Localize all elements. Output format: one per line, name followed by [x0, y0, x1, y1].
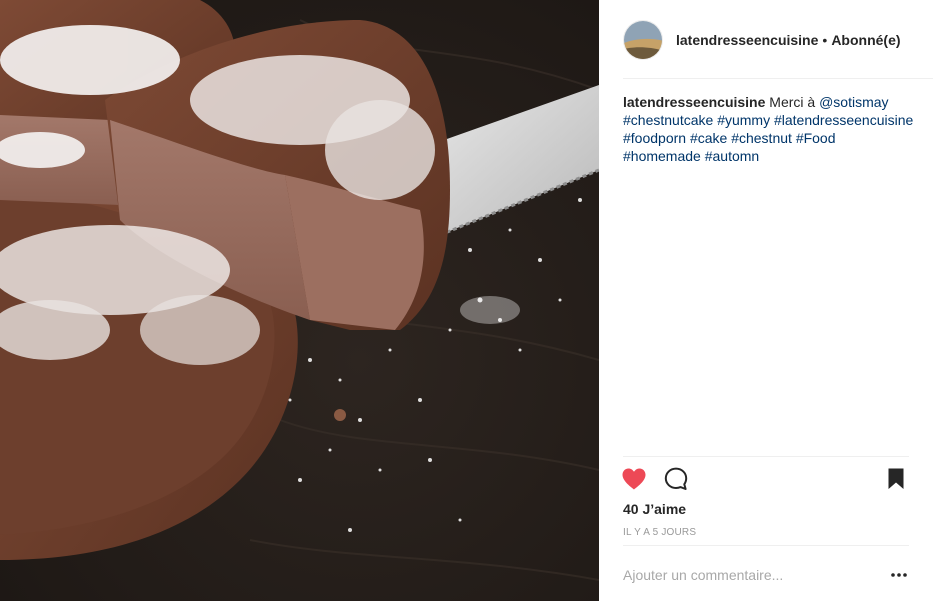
follow-button[interactable]: Abonné(e) — [831, 32, 900, 48]
likes-count[interactable]: 40 J’aime — [623, 501, 686, 517]
chestnut-cake-image — [0, 0, 599, 601]
more-options-icon — [891, 573, 907, 577]
comment-button[interactable] — [663, 466, 689, 492]
comment-input[interactable] — [623, 567, 889, 583]
divider — [623, 456, 909, 457]
post-photo[interactable] — [0, 0, 599, 601]
comment-icon — [664, 467, 688, 490]
avatar[interactable] — [623, 20, 663, 60]
save-button[interactable] — [883, 466, 909, 492]
post-header: latendresseencuisine • Abonné(e) — [623, 19, 909, 61]
hashtag-link[interactable]: #chestnut — [731, 130, 792, 146]
heart-icon — [622, 468, 646, 490]
more-options-button[interactable] — [889, 565, 909, 585]
post-actions — [621, 466, 909, 492]
hashtag-link[interactable]: #Food — [796, 130, 836, 146]
header-text: latendresseencuisine • Abonné(e) — [676, 32, 901, 48]
hashtag-link[interactable]: #foodporn — [623, 130, 686, 146]
username-link[interactable]: latendresseencuisine — [676, 32, 818, 48]
caption-text: Merci à — [769, 94, 820, 110]
hashtag-link[interactable]: #cake — [690, 130, 727, 146]
like-button[interactable] — [621, 466, 647, 492]
hashtag-link[interactable]: #latendresseencuisine — [774, 112, 913, 128]
comment-form — [623, 560, 909, 590]
divider — [623, 545, 909, 546]
separator-dot: • — [822, 32, 828, 48]
bookmark-icon — [888, 468, 904, 489]
mention-link[interactable]: @sotismay — [819, 94, 888, 110]
hashtag-link[interactable]: #homemade — [623, 148, 701, 164]
post-timestamp[interactable]: IL Y A 5 JOURS — [623, 527, 696, 538]
hashtag-link[interactable]: #automn — [705, 148, 759, 164]
avatar-image — [624, 21, 662, 59]
divider — [623, 78, 933, 79]
post-details-panel: latendresseencuisine • Abonné(e) latendr… — [599, 0, 933, 601]
hashtag-link[interactable]: #chestnutcake — [623, 112, 713, 128]
post-caption: latendresseencuisine Merci à @sotismay #… — [623, 93, 915, 165]
caption-username-link[interactable]: latendresseencuisine — [623, 94, 765, 110]
hashtag-link[interactable]: #yummy — [717, 112, 770, 128]
